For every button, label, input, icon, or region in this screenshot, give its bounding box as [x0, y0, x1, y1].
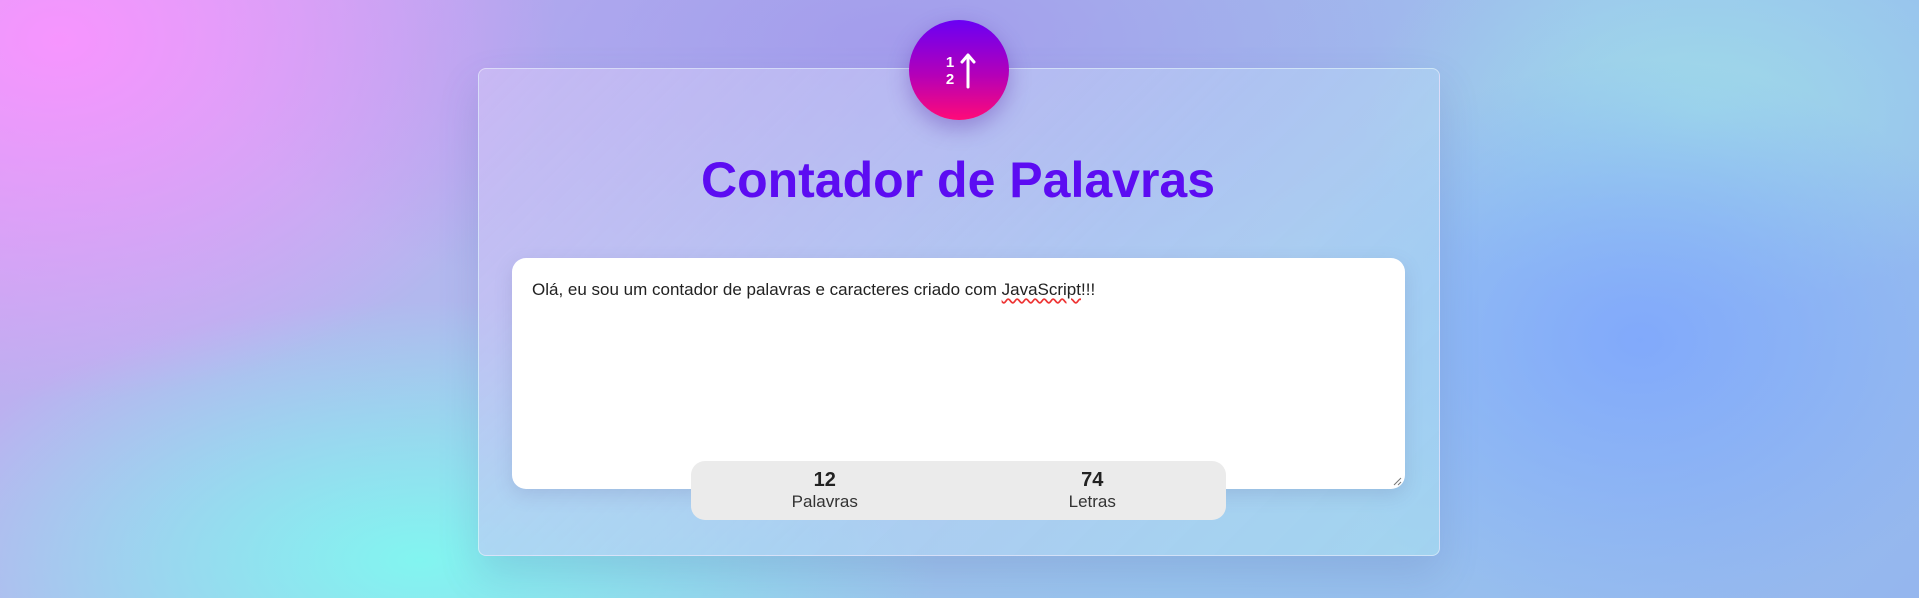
text-input-content: Olá, eu sou um contador de palavras e ca…	[532, 280, 1096, 299]
text-input[interactable]: Olá, eu sou um contador de palavras e ca…	[512, 258, 1405, 489]
stats-panel: 12 Palavras 74 Letras	[691, 461, 1226, 520]
page-title: Contador de Palavras	[700, 152, 1216, 208]
spelling-error-word: JavaScript	[1001, 280, 1081, 299]
sort-numeric-up-icon: 1 2	[946, 53, 976, 89]
letter-count-stat: 74 Letras	[959, 461, 1227, 520]
svg-text:1: 1	[946, 54, 954, 71]
app-logo: 1 2	[909, 20, 1009, 120]
word-count-label: Palavras	[791, 491, 858, 511]
svg-text:2: 2	[946, 71, 954, 88]
letter-count-label: Letras	[1068, 491, 1116, 511]
letter-count-value: 74	[1081, 468, 1104, 491]
resize-handle-icon[interactable]	[1392, 476, 1402, 486]
word-count-stat: 12 Palavras	[691, 461, 959, 520]
word-count-value: 12	[813, 468, 836, 491]
